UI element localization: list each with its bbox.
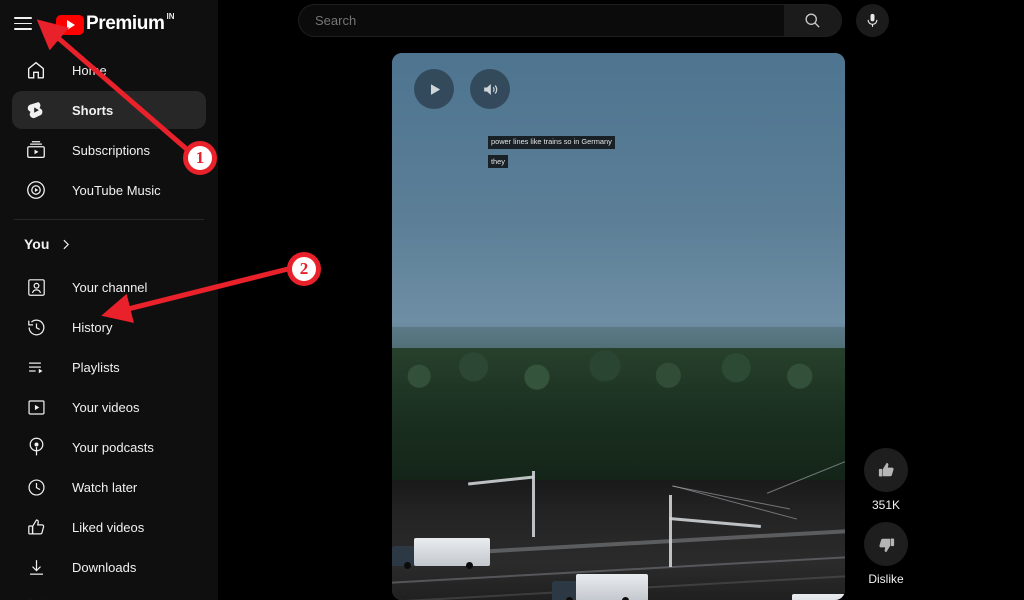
sidebar-primary-nav: Home Shorts Subscriptions YouTube Music: [0, 47, 218, 209]
youtube-music-icon: [24, 178, 48, 202]
sidebar-item-label: Playlists: [72, 359, 120, 375]
sidebar-item-shorts[interactable]: Shorts: [12, 91, 206, 129]
shorts-icon: [24, 98, 48, 122]
video-truck-trailer: [576, 574, 648, 600]
podcasts-icon: [24, 435, 48, 459]
video-truck-trailer: [792, 594, 845, 600]
scissors-icon: [24, 595, 48, 600]
sidebar-you-header[interactable]: You: [0, 224, 218, 264]
clock-icon: [24, 475, 48, 499]
hamburger-menu-button[interactable]: [14, 12, 38, 36]
search-button[interactable]: [784, 4, 842, 37]
annotation-marker-2: 2: [287, 252, 321, 286]
sidebar-item-playlists[interactable]: Playlists: [12, 348, 206, 386]
youtube-premium-logo[interactable]: Premium IN: [56, 11, 175, 35]
sidebar-item-label: Home: [72, 62, 107, 78]
sidebar-you-nav: Your channel History Playlists Your vide…: [0, 264, 218, 600]
video-truck: [552, 571, 657, 600]
thumbs-down-icon: [876, 534, 897, 555]
search-icon: [803, 11, 822, 30]
thumbs-up-icon: [24, 515, 48, 539]
like-group: 351K: [856, 448, 916, 512]
video-truck-cab: [552, 581, 578, 600]
sidebar-item-label: Watch later: [72, 479, 138, 495]
search-input[interactable]: [315, 13, 784, 28]
sidebar-item-label: Your podcasts: [72, 439, 154, 455]
video-captions: power lines like trains so in Germany th…: [488, 131, 688, 170]
caption-line: power lines like trains so in Germany: [488, 135, 615, 149]
sidebar-item-label: Shorts: [72, 102, 114, 118]
hamburger-menu-icon: [14, 16, 32, 19]
video-truck: [392, 536, 502, 569]
dislike-label: Dislike: [868, 572, 904, 586]
youtube-shorts-page: Premium IN Home Shorts Subscriptions You…: [0, 0, 1024, 600]
video-truck-wheel: [404, 562, 411, 569]
caption-line: they: [488, 155, 508, 168]
sidebar-item-your-podcasts[interactable]: Your podcasts: [12, 428, 206, 466]
thumbs-up-icon: [876, 460, 897, 481]
like-count: 351K: [871, 498, 901, 512]
video-catenary-pole: [669, 495, 672, 567]
sidebar-item-watch-later[interactable]: Watch later: [12, 468, 206, 506]
sidebar-item-subscriptions[interactable]: Subscriptions: [12, 131, 206, 169]
sidebar-item-your-videos[interactable]: Your videos: [12, 388, 206, 426]
top-bar: [218, 0, 1024, 47]
voice-search-button[interactable]: [856, 4, 889, 37]
download-icon: [24, 555, 48, 579]
like-button[interactable]: [864, 448, 908, 492]
sidebar-item-downloads[interactable]: Downloads: [12, 548, 206, 586]
history-icon: [24, 315, 48, 339]
sidebar-item-label: History: [72, 319, 113, 335]
dislike-button[interactable]: [864, 522, 908, 566]
youtube-play-icon: [56, 14, 84, 35]
play-icon: [426, 81, 443, 98]
search-box[interactable]: [298, 4, 784, 37]
brand-region-superscript: IN: [166, 11, 175, 21]
subscriptions-icon: [24, 138, 48, 162]
microphone-icon: [864, 12, 881, 29]
video-catenary-pole: [532, 471, 535, 537]
volume-button[interactable]: [470, 69, 510, 109]
sidebar-item-label: Your videos: [72, 399, 140, 415]
sidebar-item-history[interactable]: History: [12, 308, 206, 346]
video-truck-trailer: [414, 538, 490, 566]
play-button[interactable]: [414, 69, 454, 109]
your-channel-icon: [24, 275, 48, 299]
dislike-group: Dislike: [856, 522, 916, 586]
player-controls: [414, 69, 510, 109]
your-videos-icon: [24, 395, 48, 419]
sidebar-item-label: Downloads: [72, 559, 137, 575]
sidebar-item-label: Your channel: [72, 279, 148, 295]
sidebar-item-label: YouTube Music: [72, 182, 161, 198]
video-truck-wheel: [466, 562, 473, 569]
video-truck: [770, 591, 845, 600]
shorts-video-player[interactable]: power lines like trains so in Germany th…: [392, 53, 845, 600]
video-action-rail: 351K Dislike: [856, 448, 916, 596]
volume-on-icon: [481, 80, 500, 99]
hamburger-menu-icon: [14, 28, 32, 31]
playlists-icon: [24, 355, 48, 379]
sidebar: Premium IN Home Shorts Subscriptions You…: [0, 0, 218, 600]
sidebar-item-label: Liked videos: [72, 519, 145, 535]
sidebar-item-your-channel[interactable]: Your channel: [12, 268, 206, 306]
annotation-marker-1: 1: [183, 141, 217, 175]
hamburger-menu-icon: [14, 22, 32, 25]
chevron-right-icon: [59, 238, 72, 251]
sidebar-item-home[interactable]: Home: [12, 51, 206, 89]
sidebar-item-youtube-music[interactable]: YouTube Music: [12, 171, 206, 209]
sidebar-item-your-clips[interactable]: Your clips: [12, 588, 206, 600]
sidebar-you-label: You: [24, 236, 50, 252]
sidebar-item-liked-videos[interactable]: Liked videos: [12, 508, 206, 546]
home-icon: [24, 58, 48, 82]
brand-word: Premium: [86, 12, 165, 34]
sidebar-header: Premium IN: [0, 0, 218, 47]
search-area: [298, 4, 889, 37]
sidebar-item-label: Subscriptions: [72, 142, 151, 158]
sidebar-divider: [14, 219, 204, 220]
